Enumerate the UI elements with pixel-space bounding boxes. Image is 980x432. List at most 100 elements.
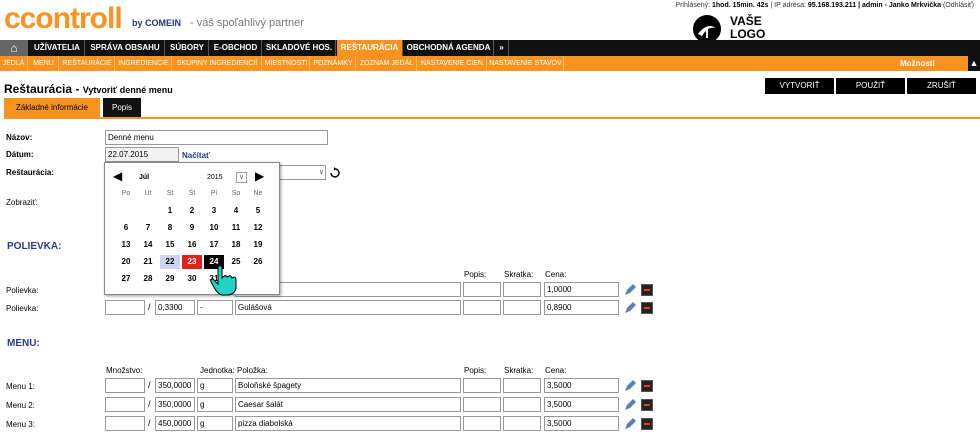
menu-desc-input[interactable] xyxy=(463,378,501,393)
year-dropdown[interactable]: ∨ xyxy=(236,172,247,183)
subnav-notes[interactable]: POZNÁMKY xyxy=(311,56,356,71)
scroll-top-icon[interactable]: ▲ xyxy=(968,56,980,71)
soup-desc-input[interactable] xyxy=(463,300,501,315)
tab-description[interactable]: Popis xyxy=(103,98,141,117)
soup-price-input[interactable]: 0,8900 xyxy=(544,300,619,315)
nav-files[interactable]: SÚBORY xyxy=(166,40,209,56)
menu-desc-input[interactable] xyxy=(463,416,501,431)
delete-icon[interactable] xyxy=(641,284,653,296)
ccontroll-logo[interactable]: ccontroll xyxy=(4,2,123,36)
use-button[interactable]: POUŽIŤ xyxy=(836,78,905,94)
cancel-button[interactable]: ZRUŠIŤ xyxy=(907,78,976,94)
menu-unit-input[interactable]: g xyxy=(197,397,233,412)
calendar-day[interactable]: 30 xyxy=(182,272,202,286)
calendar-day[interactable]: 6 xyxy=(116,221,136,235)
calendar-day[interactable]: 26 xyxy=(248,255,268,269)
calendar-day[interactable]: 3 xyxy=(204,204,224,218)
edit-icon[interactable] xyxy=(624,380,636,392)
calendar-day[interactable]: 20 xyxy=(116,255,136,269)
menu-short-input[interactable] xyxy=(503,416,541,431)
calendar-day[interactable]: 13 xyxy=(116,238,136,252)
menu-price-input[interactable]: 3,5000 xyxy=(544,416,619,431)
menu-price-input[interactable]: 3,5000 xyxy=(544,397,619,412)
calendar-day[interactable]: 27 xyxy=(116,272,136,286)
options-menu[interactable]: Možnosti xyxy=(900,56,935,71)
calendar-day[interactable]: 2 xyxy=(182,204,202,218)
soup-qty-input[interactable] xyxy=(105,300,145,315)
soup-unit-input[interactable]: - xyxy=(197,300,233,315)
subnav-meals[interactable]: JEDLÁ xyxy=(0,56,28,71)
home-icon[interactable]: ⌂ xyxy=(0,40,28,56)
menu-amount-input[interactable]: 350,0000 xyxy=(155,378,195,393)
calendar-day[interactable]: 8 xyxy=(160,221,180,235)
calendar-day[interactable]: 18 xyxy=(226,238,246,252)
delete-icon[interactable] xyxy=(641,380,653,392)
load-link[interactable]: Načítať xyxy=(182,151,210,160)
calendar-day[interactable]: 1 xyxy=(160,204,180,218)
menu-qty-input[interactable] xyxy=(105,397,145,412)
delete-icon[interactable] xyxy=(641,418,653,430)
calendar-day[interactable]: 16 xyxy=(182,238,202,252)
date-input[interactable]: 22.07.2015 xyxy=(105,147,179,162)
calendar-day[interactable]: 10 xyxy=(204,221,224,235)
calendar-day[interactable]: 23 xyxy=(182,255,202,269)
menu-desc-input[interactable] xyxy=(463,397,501,412)
next-month-icon[interactable]: ▶ xyxy=(255,169,264,183)
menu-qty-input[interactable] xyxy=(105,378,145,393)
nav-restaurant[interactable]: REŠTAURÁCIA xyxy=(337,40,403,56)
menu-short-input[interactable] xyxy=(503,378,541,393)
soup-short-input[interactable] xyxy=(503,282,541,297)
calendar-day[interactable]: 15 xyxy=(160,238,180,252)
menu-price-input[interactable]: 3,5000 xyxy=(544,378,619,393)
menu-unit-input[interactable]: g xyxy=(197,378,233,393)
calendar-day[interactable]: 14 xyxy=(138,238,158,252)
calendar-day[interactable]: 29 xyxy=(160,272,180,286)
edit-icon[interactable] xyxy=(624,418,636,430)
calendar-day[interactable]: 28 xyxy=(138,272,158,286)
soup-price-input[interactable]: 1,0000 xyxy=(544,282,619,297)
menu-item-input[interactable]: pizza diabolská xyxy=(235,416,461,431)
calendar-day[interactable]: 22 xyxy=(160,255,180,269)
subnav-state-settings[interactable]: NASTAVENIE STAVOV xyxy=(488,56,564,71)
restaurant-select[interactable]: ∨ xyxy=(278,165,326,180)
subnav-ingredients[interactable]: INGREDIENCIE xyxy=(116,56,172,71)
tab-basic-info[interactable]: Základné informácie xyxy=(4,98,100,117)
calendar-day[interactable]: 11 xyxy=(226,221,246,235)
nav-more[interactable]: » xyxy=(495,40,509,56)
soup-desc-input[interactable] xyxy=(463,282,501,297)
menu-item-input[interactable]: Caesar šalát xyxy=(235,397,461,412)
calendar-day[interactable]: 12 xyxy=(248,221,268,235)
subnav-ingredient-groups[interactable]: SKUPINY INGREDIENCIÍ xyxy=(173,56,262,71)
name-input[interactable]: Denné menu xyxy=(105,130,328,145)
refresh-icon[interactable] xyxy=(329,167,340,178)
nav-business-agenda[interactable]: OBCHODNÁ AGENDA xyxy=(404,40,494,56)
calendar-day[interactable]: 21 xyxy=(138,255,158,269)
calendar-day[interactable]: 9 xyxy=(182,221,202,235)
edit-icon[interactable] xyxy=(624,399,636,411)
delete-icon[interactable] xyxy=(641,399,653,411)
nav-eshop[interactable]: E-OBCHOD xyxy=(210,40,262,56)
calendar-day[interactable]: 4 xyxy=(226,204,246,218)
menu-qty-input[interactable] xyxy=(105,416,145,431)
menu-amount-input[interactable]: 450,0000 xyxy=(155,416,195,431)
nav-content[interactable]: SPRÁVA OBSAHU xyxy=(86,40,165,56)
subnav-rooms[interactable]: MIESTNOSTI xyxy=(263,56,310,71)
nav-warehouse[interactable]: SKLADOVÉ HOS. xyxy=(263,40,336,56)
edit-icon[interactable] xyxy=(624,302,636,314)
logout-link[interactable]: (Odhlásiť) xyxy=(943,2,974,9)
nav-users[interactable]: UŽÍVATELIA xyxy=(30,40,85,56)
menu-unit-input[interactable]: g xyxy=(197,416,233,431)
prev-month-icon[interactable]: ◀ xyxy=(113,169,122,183)
menu-item-input[interactable]: Boloňské špagety xyxy=(235,378,461,393)
calendar-day[interactable]: 17 xyxy=(204,238,224,252)
soup-short-input[interactable] xyxy=(503,300,541,315)
calendar-day[interactable]: 7 xyxy=(138,221,158,235)
menu-short-input[interactable] xyxy=(503,397,541,412)
soup-amount-input[interactable]: 0,3300 xyxy=(155,300,195,315)
calendar-day[interactable]: 19 xyxy=(248,238,268,252)
subnav-menu[interactable]: MENU xyxy=(29,56,59,71)
menu-amount-input[interactable]: 350,0000 xyxy=(155,397,195,412)
subnav-price-settings[interactable]: NASTAVENIE CIEN xyxy=(418,56,487,71)
subnav-restaurants[interactable]: REŠTAURÁCIE xyxy=(60,56,115,71)
edit-icon[interactable] xyxy=(624,284,636,296)
